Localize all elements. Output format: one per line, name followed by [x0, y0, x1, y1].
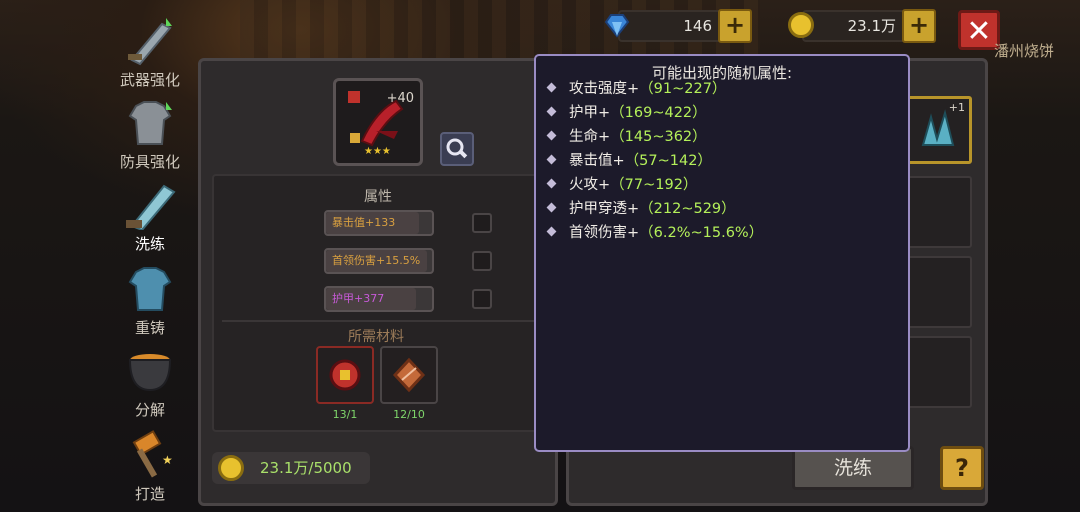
- attribute-range: （212~529）: [639, 201, 736, 217]
- attribute-range: （91~227）: [639, 81, 727, 97]
- sword-icon: [128, 18, 172, 66]
- svg-text:★: ★: [162, 453, 173, 467]
- tooltip-row: 暴击值+（57~142）: [546, 150, 712, 172]
- attribute-name: 火攻+: [569, 177, 611, 193]
- equipment-list-level: +1: [948, 101, 965, 114]
- refine-stone-icon: [392, 357, 426, 393]
- red-gem-material-icon: [329, 359, 361, 391]
- sidebar-item-decompose[interactable]: 分解: [100, 344, 200, 426]
- material-count: 12/10: [393, 408, 425, 421]
- lock-attribute-checkbox[interactable]: [472, 213, 492, 233]
- attribute-name: 暴击值+: [569, 153, 625, 169]
- coin-icon: [788, 12, 814, 38]
- equipment-level: +40: [386, 91, 414, 106]
- material-slot[interactable]: [380, 346, 438, 404]
- diamond-bullet-icon: [546, 178, 557, 189]
- armor-icon: [128, 101, 172, 145]
- equipment-stars: ★★★: [364, 146, 391, 157]
- add-coins-button[interactable]: +: [902, 9, 936, 43]
- diamond-bullet-icon: [546, 82, 557, 93]
- attribute-range: （77~192）: [610, 177, 698, 193]
- refine-button[interactable]: 洗练: [792, 446, 914, 490]
- sidebar-item-label: 打造: [134, 485, 165, 503]
- diamond-bullet-icon: [546, 130, 557, 141]
- attribute-name: 护甲+: [569, 105, 611, 121]
- hammer-icon: ★: [132, 430, 173, 478]
- tooltip-row: 护甲+（169~422）: [546, 102, 707, 124]
- attribute-name: 攻击强度+: [569, 81, 640, 97]
- equipment-slot[interactable]: +40 ★★★: [333, 78, 423, 166]
- sidebar-item-label: 洗练: [134, 235, 165, 253]
- equipment-list-item[interactable]: +1: [906, 96, 972, 164]
- tooltip-row: 首领伤害+（6.2%~15.6%）: [546, 222, 764, 244]
- sidebar-item-recast[interactable]: 重铸: [100, 262, 200, 344]
- diamond-bullet-icon: [546, 154, 557, 165]
- recast-armor-icon: [128, 267, 172, 311]
- attribute-text: 暴击值+133: [332, 216, 396, 229]
- refine-sword-icon: [126, 184, 176, 230]
- attribute-name: 护甲穿透+: [569, 201, 640, 217]
- help-button[interactable]: ?: [940, 446, 984, 490]
- attribute-name: 生命+: [569, 129, 611, 145]
- tooltip-row: 护甲穿透+（212~529）: [546, 198, 736, 220]
- diamond-bullet-icon: [546, 106, 557, 117]
- gold-cost: 23.1万/5000: [212, 452, 370, 484]
- attribute-row-3: 护甲+377: [324, 286, 434, 312]
- material-count: 13/1: [332, 408, 358, 421]
- add-gems-button[interactable]: +: [718, 9, 752, 43]
- sidebar-item-label: 分解: [134, 401, 165, 419]
- attribute-row-1: 暴击值+133: [324, 210, 434, 236]
- materials-title: 所需材料: [348, 329, 404, 345]
- magnifier-icon: [446, 138, 468, 159]
- sidebar-item-label: 防具强化: [119, 153, 180, 171]
- material-slot[interactable]: [316, 346, 374, 404]
- random-attributes-tooltip: 可能出现的随机属性: 攻击强度+（91~227） 护甲+（169~422） 生命…: [534, 54, 910, 452]
- attribute-name: 首领伤害+: [569, 225, 640, 241]
- cauldron-icon: [128, 354, 172, 392]
- equipment-list-item[interactable]: [906, 336, 972, 408]
- lock-attribute-checkbox[interactable]: [472, 251, 492, 271]
- attribute-text: 护甲+377: [332, 292, 385, 305]
- coin-icon: [218, 455, 244, 481]
- sidebar-item-forge[interactable]: ★ 打造: [100, 428, 200, 510]
- attribute-text: 首领伤害+15.5%: [332, 254, 421, 267]
- equipment-list-item[interactable]: [906, 176, 972, 248]
- attributes-title: 属性: [364, 189, 392, 205]
- tooltip-row: 生命+（145~362）: [546, 126, 707, 148]
- gem-counter: 146 +: [604, 9, 752, 43]
- sidebar-item-label: 武器强化: [119, 71, 180, 89]
- attribute-range: （169~422）: [610, 105, 707, 121]
- sidebar-item-armor-enhance[interactable]: 防具强化: [100, 96, 200, 178]
- inspect-button[interactable]: [440, 132, 474, 166]
- attribute-range: （6.2%~15.6%）: [639, 225, 764, 241]
- gem-icon: [604, 14, 630, 38]
- attribute-range: （145~362）: [610, 129, 707, 145]
- tooltip-row: 火攻+（77~192）: [546, 174, 698, 196]
- tooltip-row: 攻击强度+（91~227）: [546, 78, 727, 100]
- section-divider: [222, 320, 534, 322]
- diamond-bullet-icon: [546, 226, 557, 237]
- gold-cost-text: 23.1万/5000: [260, 459, 352, 477]
- lock-attribute-checkbox[interactable]: [472, 289, 492, 309]
- sidebar-item-refine[interactable]: 洗练: [100, 178, 200, 260]
- diamond-bullet-icon: [546, 202, 557, 213]
- attribute-range: （57~142）: [624, 153, 712, 169]
- sidebar-item-weapon-enhance[interactable]: 武器强化: [100, 14, 200, 96]
- coin-counter: 23.1万 +: [788, 9, 936, 43]
- sidebar-item-label: 重铸: [134, 319, 165, 337]
- attribute-row-2: 首领伤害+15.5%: [324, 248, 434, 274]
- equipment-list-item[interactable]: [906, 256, 972, 328]
- city-label: 潘州烧饼: [994, 42, 1055, 60]
